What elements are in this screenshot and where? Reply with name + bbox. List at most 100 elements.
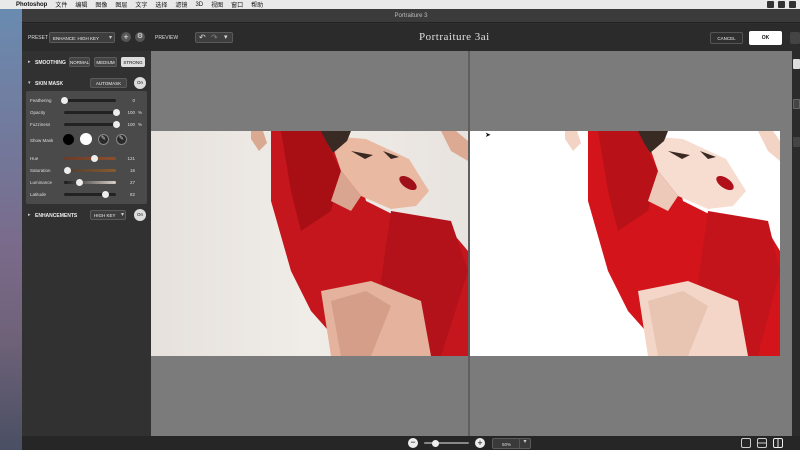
preview-area[interactable]: ➤ <box>151 51 800 436</box>
toolbar: PRESET ENHANCE: HIGH KEY ▾ + ⚙ PREVIEW ↶… <box>22 24 800 51</box>
slider-knob[interactable] <box>102 191 110 198</box>
slider-label: Luminance <box>30 180 53 185</box>
portrait-illustration <box>565 131 780 356</box>
slider-knob[interactable] <box>112 109 120 116</box>
plugin-window: Portraiture 3 PRESET ENHANCE: HIGH KEY ▾… <box>22 9 800 450</box>
chevron-down-icon: ▾ <box>519 438 530 449</box>
preview-label: PREVIEW <box>155 35 179 41</box>
smoothing-medium-button[interactable]: MEDIUM <box>94 57 117 67</box>
eyedropper-icon[interactable]: ✎ <box>98 134 109 145</box>
desktop-background <box>0 9 22 450</box>
fuzziness-slider[interactable] <box>64 121 120 128</box>
checkbox-icon[interactable] <box>793 59 800 69</box>
enhancements-dropdown[interactable]: HIGH KEY ▾ <box>90 210 126 220</box>
slider-value: 100 <box>127 110 135 115</box>
overflow-panel-tab[interactable] <box>790 32 800 44</box>
slider-label: Opacity <box>30 110 46 115</box>
menu-item-3d[interactable]: 3D <box>195 2 203 8</box>
slider-value: 82 <box>129 192 135 197</box>
slider-knob[interactable] <box>90 155 98 162</box>
menu-bar: Photoshop 文件 编辑 图像 图层 文字 选择 滤镜 3D 视图 窗口 … <box>0 0 800 9</box>
show-mask-label: Show Mask <box>30 138 54 143</box>
menu-tray <box>767 1 796 8</box>
expand-triangle-icon[interactable]: ▾ <box>28 80 31 86</box>
split-horizontal-icon[interactable] <box>757 438 767 448</box>
gear-icon[interactable]: ⚙ <box>135 32 145 42</box>
undo-redo-group: ↶ ↷ ▾ <box>195 32 233 43</box>
latitude-slider[interactable] <box>64 191 116 198</box>
redo-icon[interactable]: ↷ <box>211 33 218 42</box>
enhancements-toggle[interactable]: On <box>134 209 146 221</box>
smoothing-normal-button[interactable]: NORMAL <box>69 57 90 67</box>
single-view-icon[interactable] <box>741 438 751 448</box>
feathering-slider[interactable] <box>60 97 116 104</box>
slider-value: 16 <box>129 168 135 173</box>
slider-knob[interactable] <box>112 121 120 128</box>
preview-before-image <box>151 131 468 356</box>
zoom-dropdown[interactable]: 50% ▾ <box>492 438 531 449</box>
slider-label: Hue <box>30 156 39 161</box>
add-preset-icon[interactable]: + <box>121 32 131 42</box>
tray-icon[interactable] <box>789 1 796 8</box>
option-box[interactable] <box>793 99 800 109</box>
slider-knob[interactable] <box>431 439 439 447</box>
menu-item-window[interactable]: 窗口 <box>231 0 243 9</box>
slider-knob[interactable] <box>60 97 68 104</box>
slider-value: 100 <box>127 122 135 127</box>
preset-dropdown[interactable]: ENHANCE: HIGH KEY ▾ <box>49 32 115 43</box>
slider-label: Feathering <box>30 98 52 103</box>
menu-item-edit[interactable]: 编辑 <box>75 0 87 9</box>
portrait-illustration <box>251 131 468 356</box>
slider-unit: % <box>138 122 143 127</box>
option-box[interactable] <box>793 137 800 147</box>
opacity-slider[interactable] <box>64 109 120 116</box>
chevron-down-icon: ▾ <box>108 35 112 41</box>
mask-black-swatch[interactable] <box>63 134 74 145</box>
menu-item-view[interactable]: 视图 <box>211 0 223 9</box>
slider-knob[interactable] <box>63 167 71 174</box>
mask-white-swatch[interactable] <box>80 133 92 145</box>
menu-app-name[interactable]: Photoshop <box>16 2 47 8</box>
slider-value: 121 <box>127 156 135 161</box>
cancel-button[interactable]: CANCEL <box>710 32 743 44</box>
settings-panel: ▸ SMOOTHING NORMAL MEDIUM STRONG ▾ SKIN … <box>22 51 151 450</box>
menu-item-file[interactable]: 文件 <box>55 0 67 9</box>
preview-after-image <box>470 131 780 356</box>
menu-item-help[interactable]: 帮助 <box>251 0 263 9</box>
cursor-icon: ➤ <box>485 132 491 139</box>
enhancements-preset: HIGH KEY <box>94 213 116 218</box>
slider-label: Saturation <box>30 168 51 173</box>
menu-item-type[interactable]: 文字 <box>135 0 147 9</box>
skin-mask-title: SKIN MASK <box>35 81 64 87</box>
zoom-slider[interactable] <box>424 439 469 447</box>
window-title: Portraiture 3 <box>22 9 800 23</box>
menu-item-layer[interactable]: 图层 <box>115 0 127 9</box>
chevron-down-icon[interactable]: ▾ <box>224 33 228 41</box>
zoom-in-icon[interactable]: + <box>475 438 485 448</box>
eyedropper-plus-icon[interactable]: ✎ <box>116 134 127 145</box>
menu-item-filter[interactable]: 滤镜 <box>175 0 187 9</box>
zoom-value: 50% <box>502 441 512 447</box>
menu-item-select[interactable]: 选择 <box>155 0 167 9</box>
luminance-slider[interactable] <box>64 179 116 186</box>
slider-label: Latitude <box>30 192 47 197</box>
chevron-down-icon: ▾ <box>120 212 124 218</box>
skin-mask-toggle[interactable]: On <box>134 77 146 89</box>
slider-label: Fuzziness <box>30 122 51 127</box>
collapse-triangle-icon[interactable]: ▸ <box>28 59 31 65</box>
slider-knob[interactable] <box>76 179 84 186</box>
slider-unit: % <box>138 110 143 115</box>
hue-slider[interactable] <box>64 155 116 162</box>
undo-icon[interactable]: ↶ <box>199 33 206 42</box>
smoothing-strong-button[interactable]: STRONG <box>121 57 145 67</box>
slider-value: 0 <box>132 98 135 103</box>
zoom-out-icon[interactable]: − <box>408 438 418 448</box>
split-vertical-icon[interactable] <box>773 438 783 448</box>
saturation-slider[interactable] <box>63 167 116 174</box>
tray-icon[interactable] <box>767 1 774 8</box>
ok-button[interactable]: OK <box>749 31 782 45</box>
shield-icon[interactable] <box>778 1 785 8</box>
collapse-triangle-icon[interactable]: ▸ <box>28 212 31 218</box>
menu-item-image[interactable]: 图像 <box>95 0 107 9</box>
automask-button[interactable]: AUTOMASK OFF <box>90 78 127 95</box>
